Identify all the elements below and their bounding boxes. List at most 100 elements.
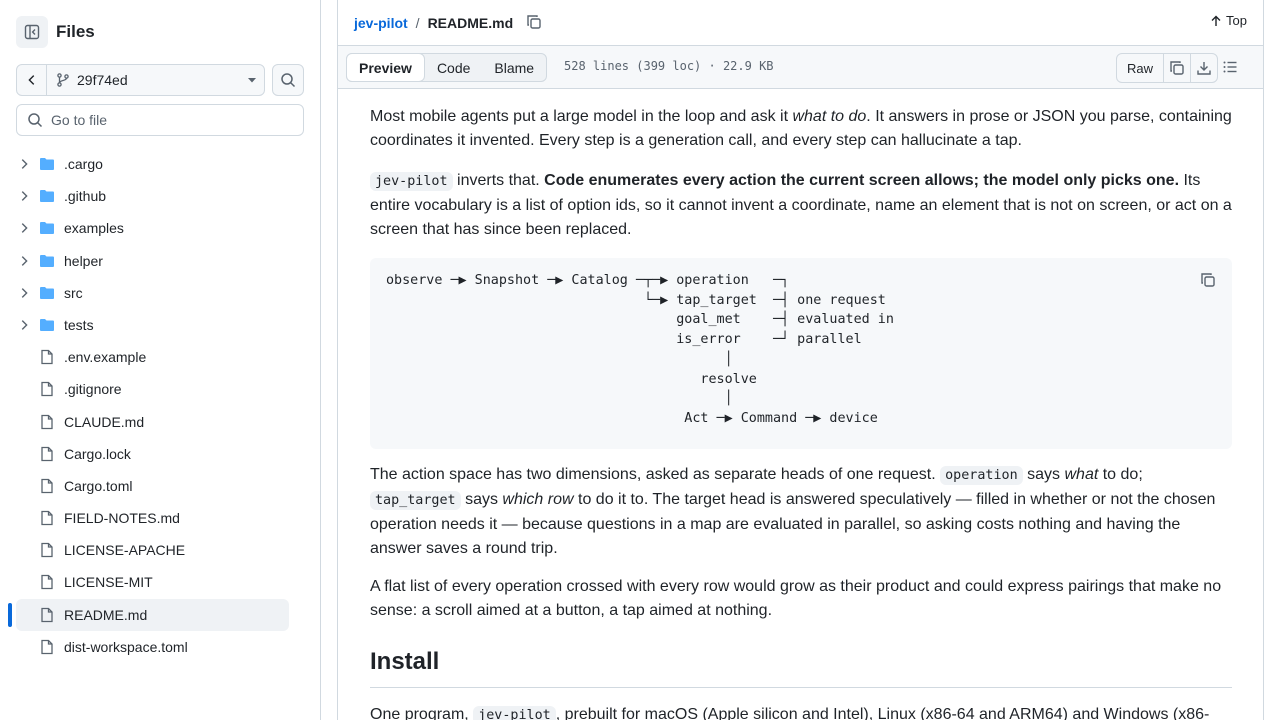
tree-file[interactable]: README.md (0, 598, 320, 631)
branch-row: 29f74ed (16, 64, 304, 96)
tree-file[interactable]: LICENSE-MIT (0, 566, 320, 598)
inline-code: tap_target (370, 491, 461, 510)
tree-item-label: FIELD-NOTES.md (64, 510, 180, 527)
tree-file[interactable]: .env.example (0, 341, 320, 373)
git-branch-icon (57, 73, 69, 87)
inline-code: operation (940, 466, 1023, 485)
text: says (460, 491, 503, 508)
folder-icon (39, 253, 55, 269)
folder-icon (39, 156, 55, 172)
list-unordered-icon (1223, 61, 1237, 73)
paragraph-inversion: jev-pilot inverts that. Code enumerates … (370, 169, 1232, 242)
tree-file[interactable]: Cargo.lock (0, 438, 320, 470)
active-highlight (16, 598, 289, 631)
inline-code: jev-pilot (370, 172, 453, 191)
tree-item-label: .env.example (64, 349, 147, 366)
search-icon (281, 73, 296, 88)
tree-folder[interactable]: helper (0, 245, 320, 277)
file-icon (39, 414, 55, 430)
paragraph-install: One program, jev-pilot, prebuilt for mac… (370, 703, 1232, 720)
chevron-right-icon[interactable] (17, 189, 31, 203)
tree-item-label: examples (64, 220, 124, 237)
tab-blame[interactable]: Blame (482, 54, 546, 81)
back-button[interactable] (17, 65, 47, 95)
tree-file[interactable]: .gitignore (0, 373, 320, 405)
text: The action space has two dimensions, ask… (370, 466, 941, 483)
tree-item-label: tests (64, 316, 94, 333)
search-button[interactable] (272, 64, 304, 96)
chevron-right-icon[interactable] (17, 157, 31, 171)
text: to do; (1098, 466, 1143, 483)
paragraph-intro: Most mobile agents put a large model in … (370, 105, 1232, 153)
folder-icon (39, 317, 55, 333)
tree-item-label: .cargo (64, 156, 103, 172)
file-icon (39, 510, 55, 526)
collapse-sidebar-button[interactable] (16, 16, 48, 48)
go-to-file-input[interactable]: Go to file (16, 104, 304, 136)
code-block: observe ─▶ Snapshot ─▶ Catalog ─┬─▶ oper… (370, 258, 1232, 449)
file-icon (39, 607, 55, 623)
breadcrumb: jev-pilot / README.md (354, 12, 542, 34)
chevron-right-icon[interactable] (17, 286, 31, 300)
tree-file[interactable]: CLAUDE.md (0, 406, 320, 438)
file-icon (39, 542, 55, 558)
copy-path-button[interactable] (526, 14, 542, 33)
chevron-right-icon[interactable] (17, 254, 31, 268)
file-actions: Raw (1116, 53, 1219, 83)
text: One program, (370, 706, 474, 720)
breadcrumb-repo-link[interactable]: jev-pilot (354, 15, 408, 31)
tree-folder[interactable]: src (0, 277, 320, 309)
breadcrumb-file: README.md (427, 15, 514, 31)
paragraph-flat-list: A flat list of every operation crossed w… (370, 578, 1222, 619)
branch-caret[interactable] (240, 75, 264, 85)
file-tree-sidebar: Files 29f74ed Go to file .cargo .github ex… (0, 0, 321, 720)
branch-name[interactable]: 29f74ed (47, 72, 240, 88)
tab-preview[interactable]: Preview (346, 53, 425, 82)
file-tree: .cargo .github examples helper src tests .env.… (0, 148, 320, 663)
copy-code-button[interactable] (1200, 272, 1216, 296)
inline-code: jev-pilot (473, 706, 556, 720)
raw-button[interactable]: Raw (1117, 54, 1163, 82)
outline-button[interactable] (1222, 59, 1238, 80)
sidebar-title: Files (56, 22, 95, 41)
tree-file[interactable]: Cargo.toml (0, 470, 320, 502)
download-icon (1197, 62, 1211, 75)
sidebar-collapse-icon (24, 24, 40, 40)
chevron-right-icon[interactable] (17, 221, 31, 235)
download-button[interactable] (1190, 54, 1217, 82)
top-button[interactable]: Top (1210, 13, 1247, 28)
tree-item-label: .gitignore (64, 381, 122, 398)
heading-install: Install (370, 646, 1232, 688)
tree-item-label: helper (64, 252, 103, 269)
chevron-left-icon (27, 75, 34, 85)
sidebar-header: Files (16, 16, 95, 48)
folder-icon (39, 285, 55, 301)
tree-file[interactable]: FIELD-NOTES.md (0, 502, 320, 534)
folder-icon (39, 220, 55, 236)
tree-folder[interactable]: .github (0, 180, 320, 212)
branch-selector[interactable]: 29f74ed (16, 64, 265, 96)
tree-item-label: CLAUDE.md (64, 413, 145, 430)
view-mode-tabs: Preview Code Blame (346, 53, 548, 82)
tree-file[interactable]: dist-workspace.toml (0, 631, 320, 663)
file-meta: 528 lines (399 loc) · 22.9 KB (564, 59, 774, 73)
tab-code[interactable]: Code (425, 54, 482, 81)
tree-folder[interactable]: .cargo (0, 148, 320, 180)
file-icon (39, 478, 55, 494)
tree-item-label: .github (64, 188, 107, 205)
chevron-right-icon[interactable] (17, 318, 31, 332)
copy-icon (1170, 61, 1184, 75)
strong-text: Code enumerates every action the current… (544, 172, 1180, 189)
tree-item-label: LICENSE-MIT (64, 574, 153, 591)
file-icon (39, 574, 55, 590)
tree-folder[interactable]: examples (0, 212, 320, 244)
tree-folder[interactable]: tests (0, 309, 320, 341)
emphasis: what to do (792, 108, 867, 125)
tree-item-label: README.md (64, 606, 148, 623)
copy-icon (527, 14, 541, 29)
folder-icon (39, 188, 55, 204)
text: says (1022, 466, 1065, 483)
tree-file[interactable]: LICENSE-APACHE (0, 534, 320, 566)
tree-item-label: src (64, 284, 83, 301)
copy-raw-button[interactable] (1163, 54, 1190, 82)
